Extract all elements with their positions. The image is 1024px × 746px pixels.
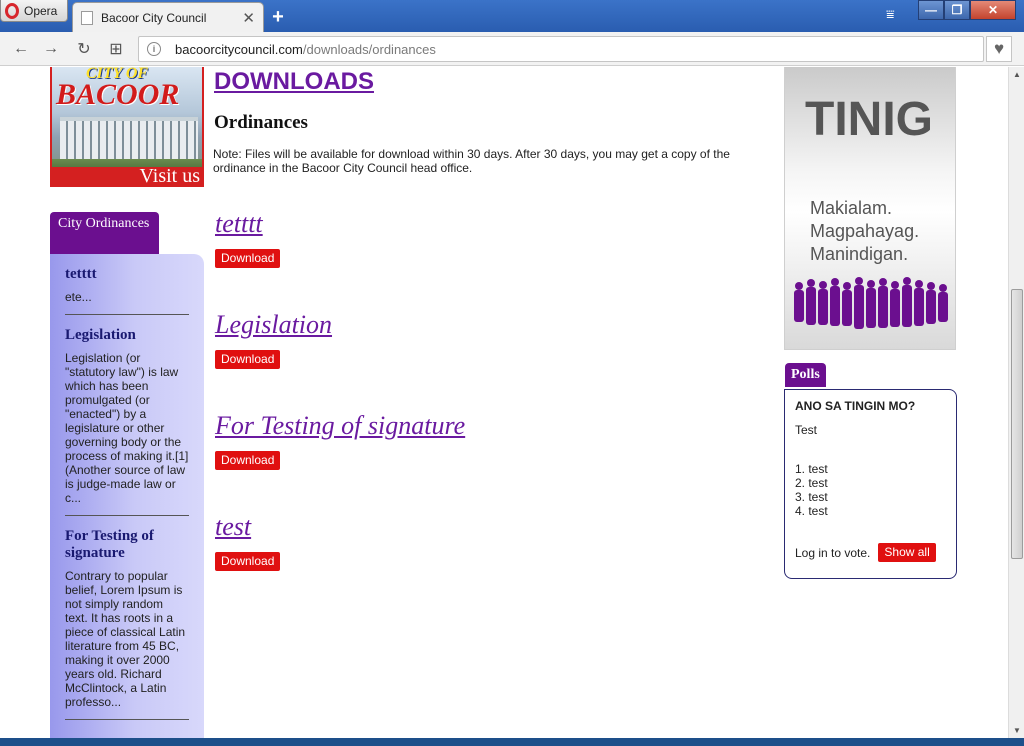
divider xyxy=(65,314,189,315)
sidebar-item-title[interactable]: tetttt xyxy=(65,266,189,283)
window-controls: — ❐ ✕ xyxy=(918,0,1016,20)
minimize-button[interactable]: — xyxy=(918,0,944,20)
close-icon[interactable]: ✕ xyxy=(242,9,255,27)
page-title[interactable]: DOWNLOADS xyxy=(214,68,374,96)
document-title-link[interactable]: For Testing of signature xyxy=(215,411,465,441)
document-title-link[interactable]: tetttt xyxy=(215,209,280,239)
download-button[interactable]: Download xyxy=(215,552,281,571)
sidebar-list-item[interactable]: tetttt ete... xyxy=(65,266,189,304)
show-all-button[interactable]: Show all xyxy=(878,543,936,562)
sidebar-item-title[interactable]: For Testing of signature xyxy=(65,528,189,562)
document-title-link[interactable]: test xyxy=(215,512,280,542)
download-button[interactable]: Download xyxy=(215,350,281,369)
scroll-down-icon[interactable]: ▼ xyxy=(1013,726,1021,735)
poll-option: 4. test xyxy=(795,504,828,518)
tab-title: Bacoor City Council xyxy=(101,10,207,25)
sidebar-item-excerpt: Legislation (or "statutory law") is law … xyxy=(65,351,189,505)
scrollbar-thumb[interactable] xyxy=(1011,289,1023,559)
page-viewport: CITY OF BACOOR Visit us DOWNLOADS Ordina… xyxy=(0,67,1008,738)
poll-option: 3. test xyxy=(795,490,828,504)
tab-menu-icon[interactable]: ⩸ xyxy=(886,6,895,23)
sidebar-list-item[interactable]: Legislation Legislation (or "statutory l… xyxy=(65,327,189,505)
page-subtitle: Ordinances xyxy=(214,112,308,133)
polls-tab[interactable]: Polls xyxy=(785,363,826,387)
logo-title: CITY OF BACOOR xyxy=(56,67,180,112)
sidebar-ordinance-list: tetttt ete... Legislation Legislation (o… xyxy=(50,254,204,738)
document-item: For Testing of signature Download xyxy=(215,411,465,470)
back-icon[interactable]: ← xyxy=(10,38,32,60)
vertical-scrollbar[interactable]: ▲ ▼ xyxy=(1008,67,1024,738)
sidebar-list-item[interactable]: For Testing of signature Contrary to pop… xyxy=(65,528,189,709)
divider xyxy=(65,719,189,720)
sidebar-item-title[interactable]: Legislation xyxy=(65,327,189,344)
polls-widget: ANO SA TINGIN MO? Test 1. test 2. test 3… xyxy=(784,389,957,579)
sidebar-tab-city-ordinances[interactable]: City Ordinances xyxy=(50,212,159,254)
logo-visit-us: Visit us xyxy=(52,166,202,185)
download-button[interactable]: Download xyxy=(215,451,281,470)
login-to-vote-text: Log in to vote. xyxy=(795,545,871,560)
document-item: tetttt Download xyxy=(215,209,281,268)
document-item: test Download xyxy=(215,512,281,571)
opera-label: Opera xyxy=(24,3,58,18)
sidebar-item-excerpt: ete... xyxy=(65,290,92,304)
poll-description: Test xyxy=(795,423,818,437)
poll-option: 2. test xyxy=(795,476,828,490)
city-logo-banner[interactable]: CITY OF BACOOR Visit us xyxy=(50,67,204,187)
os-taskbar xyxy=(0,738,1024,746)
tinig-ad-banner[interactable]: TINIG Makialam. Magpahayag. Manindigan. xyxy=(784,67,956,350)
divider xyxy=(65,515,189,516)
ad-slogan: Manindigan. xyxy=(810,244,909,264)
address-bar[interactable]: i bacoorcitycouncil.com/downloads/ordina… xyxy=(138,36,984,62)
ad-slogans: Makialam. Magpahayag. Manindigan. xyxy=(810,197,919,266)
sidebar-item-excerpt: Contrary to popular belief, Lorem Ipsum … xyxy=(65,569,186,709)
poll-question: ANO SA TINGIN MO? xyxy=(795,399,916,413)
ad-slogan: Magpahayag. xyxy=(810,221,920,241)
logo-bacoor: BACOOR xyxy=(56,78,180,112)
browser-toolbar: ← → ↻ ⊞ i bacoorcitycouncil.com/download… xyxy=(0,32,1024,66)
document-item: Legislation Download xyxy=(215,310,332,369)
close-window-button[interactable]: ✕ xyxy=(970,0,1016,20)
site-info-icon[interactable]: i xyxy=(147,42,161,56)
forward-icon[interactable]: → xyxy=(40,38,62,60)
crowd-silhouette-image xyxy=(794,277,948,329)
document-title-link[interactable]: Legislation xyxy=(215,310,332,340)
maximize-button[interactable]: ❐ xyxy=(944,0,970,20)
apps-icon[interactable]: ⊞ xyxy=(105,38,127,60)
browser-titlebar: Opera Bacoor City Council ✕ + ⩸ — ❐ ✕ xyxy=(0,0,1024,32)
city-hall-image xyxy=(60,117,198,159)
opera-logo-icon xyxy=(5,2,19,19)
new-tab-button[interactable]: + xyxy=(268,6,288,29)
url-path: /downloads/ordinances xyxy=(302,41,436,57)
download-button[interactable]: Download xyxy=(215,249,281,268)
poll-footer: Log in to vote. Show all xyxy=(795,543,946,562)
ad-title: TINIG xyxy=(805,93,933,146)
poll-options: 1. test 2. test 3. test 4. test xyxy=(795,462,946,518)
browser-tab[interactable]: Bacoor City Council ✕ xyxy=(72,2,264,32)
reload-icon[interactable]: ↻ xyxy=(73,38,95,60)
scroll-up-icon[interactable]: ▲ xyxy=(1013,70,1021,79)
bookmark-heart-icon[interactable]: ♥ xyxy=(986,36,1012,62)
opera-menu-button[interactable]: Opera xyxy=(0,0,68,22)
poll-option: 1. test xyxy=(795,462,828,476)
url-host: bacoorcitycouncil.com xyxy=(175,41,303,57)
page-icon xyxy=(81,10,93,25)
ad-slogan: Makialam. xyxy=(810,198,893,218)
download-note: Note: Files will be available for downlo… xyxy=(213,147,730,175)
